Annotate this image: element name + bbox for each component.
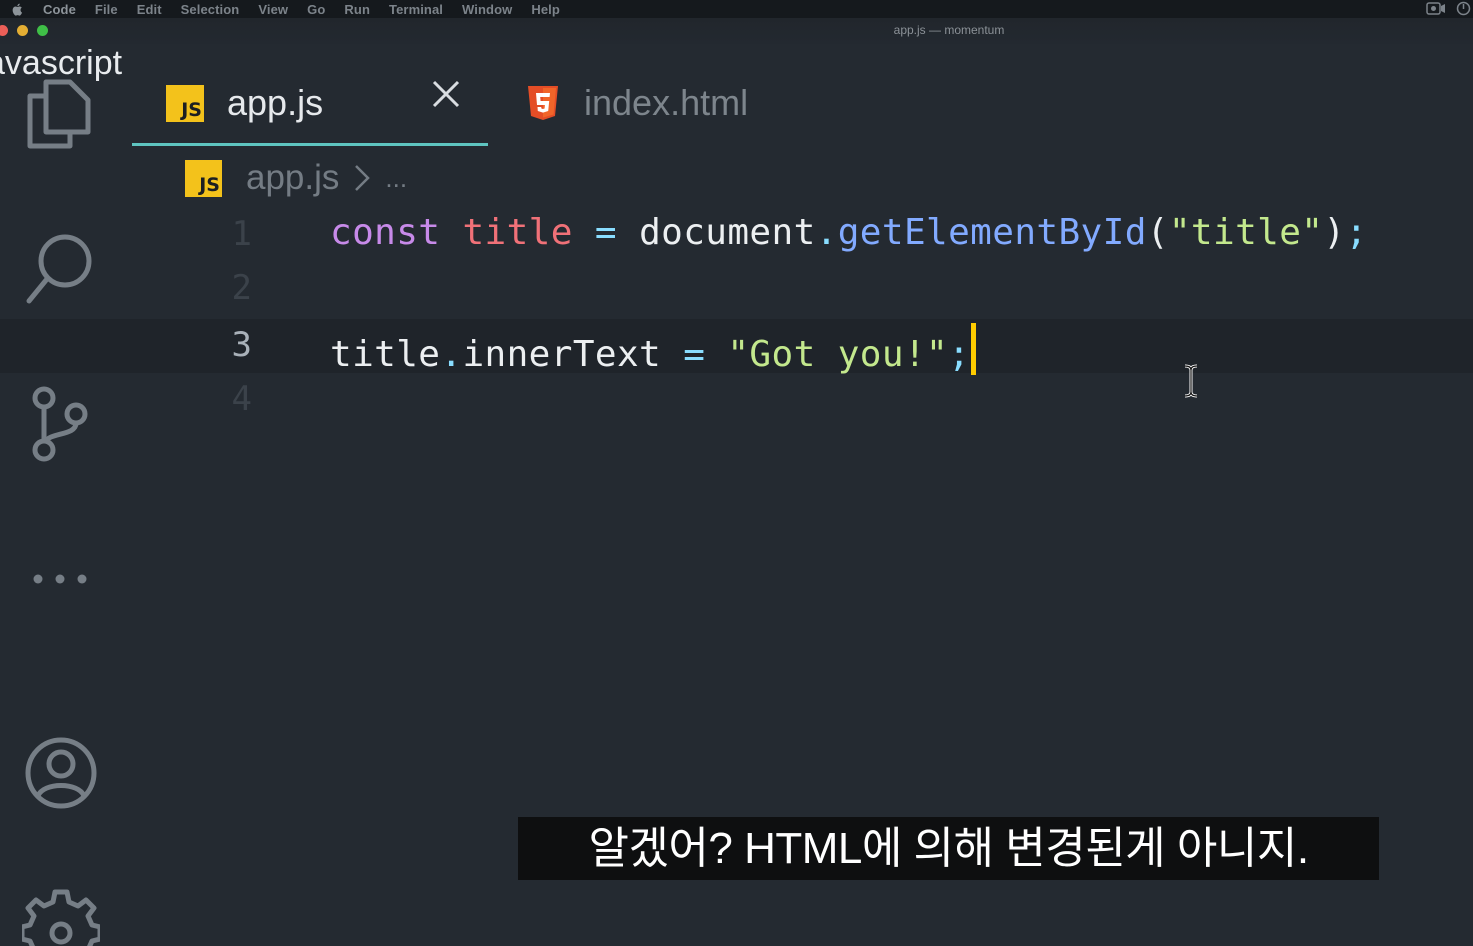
semicolon: ; (1345, 212, 1368, 253)
power-icon[interactable] (1456, 1, 1471, 16)
identifier: document (639, 212, 816, 253)
line-number: 1 (231, 214, 252, 254)
dot: . (815, 212, 838, 253)
line-number: 3 (231, 325, 252, 365)
javascript-file-icon: JS (166, 84, 204, 122)
html5-file-icon (528, 86, 558, 120)
js-badge-text: JS (181, 98, 202, 121)
window-title-text: app.js — momentum (893, 23, 1005, 37)
code-line[interactable]: 1 const title = document.getElementById(… (0, 208, 1473, 262)
js-badge-text: JS (199, 173, 220, 196)
window-title: app.js — momentum (0, 23, 1473, 37)
paren: ( (1146, 212, 1169, 253)
active-tab-indicator (132, 143, 488, 146)
property: innerText (462, 334, 662, 375)
tab-app-js[interactable]: JS app.js (166, 62, 486, 144)
menu-edit[interactable]: Edit (137, 2, 162, 17)
apple-icon[interactable] (11, 3, 23, 16)
menu-app-name[interactable]: Code (43, 2, 76, 17)
ibeam-cursor-icon (1184, 364, 1198, 398)
title-bar: app.js — momentum (0, 18, 1473, 44)
code-text: title.innerText = "Got you!"; (330, 323, 977, 375)
menubar-status-icons (1426, 1, 1471, 16)
operator: = (594, 212, 617, 253)
identifier: title (330, 334, 441, 375)
overlay-caption: avascript (0, 44, 123, 82)
code-text: const title = document.getElementById("t… (330, 212, 1368, 253)
breadcrumb-more[interactable]: ... (385, 163, 407, 194)
paren: ) (1323, 212, 1346, 253)
settings-gear-icon[interactable] (22, 888, 100, 946)
dot: . (440, 334, 463, 375)
video-subtitle: 알겠어? HTML에 의해 변경된게 아니지. (518, 817, 1379, 880)
line-number: 2 (231, 268, 252, 308)
semicolon: ; (948, 334, 971, 375)
breadcrumb-file[interactable]: app.js (246, 158, 339, 198)
menu-file[interactable]: File (95, 2, 118, 17)
code-line[interactable]: 4 (0, 373, 1473, 427)
javascript-file-icon: JS (185, 159, 222, 197)
variable: title (462, 212, 573, 253)
menu-terminal[interactable]: Terminal (389, 2, 443, 17)
string: "Got you!" (727, 334, 949, 375)
code-line[interactable]: 2 (0, 262, 1473, 316)
tab-index-html[interactable]: index.html (526, 62, 786, 144)
menu-run[interactable]: Run (344, 2, 370, 17)
line-number: 4 (231, 379, 252, 419)
activity-bar (0, 44, 125, 946)
chevron-right-icon (355, 165, 371, 191)
tab-label: app.js (227, 82, 324, 123)
more-icon[interactable] (30, 572, 92, 586)
account-icon[interactable] (23, 735, 99, 811)
operator: = (683, 334, 706, 375)
menu-selection[interactable]: Selection (181, 2, 240, 17)
screen-record-icon[interactable] (1426, 1, 1446, 16)
menu-window[interactable]: Window (462, 2, 512, 17)
explorer-icon[interactable] (26, 78, 92, 150)
string: "title" (1168, 212, 1324, 253)
close-tab-icon[interactable] (431, 79, 461, 109)
tab-label: index.html (584, 82, 749, 123)
menu-help[interactable]: Help (531, 2, 560, 17)
menu-view[interactable]: View (258, 2, 288, 17)
code-line-current[interactable]: 3 title.innerText = "Got you!"; (0, 319, 1473, 375)
menu-go[interactable]: Go (307, 2, 325, 17)
breadcrumb: JS app.js ... (185, 158, 407, 198)
text-cursor (971, 323, 977, 375)
menu-bar: Code File Edit Selection View Go Run Ter… (0, 0, 1473, 18)
function-name: getElementById (837, 212, 1147, 253)
keyword: const (330, 212, 441, 253)
